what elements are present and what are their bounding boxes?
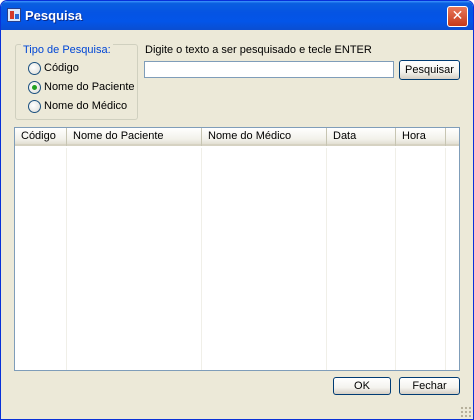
column-header-hora[interactable]: Hora [396, 128, 446, 146]
resize-grip-icon[interactable] [460, 406, 472, 418]
column-divider [445, 148, 446, 370]
column-divider [66, 148, 67, 370]
column-divider [201, 148, 202, 370]
app-window-icon [7, 8, 21, 22]
close-button[interactable]: Fechar [399, 377, 460, 395]
dialog-window: Pesquisa ✕ Tipo de Pesquisa: Código Nome… [0, 0, 474, 420]
radio-button-icon[interactable] [28, 100, 41, 113]
radio-label: Nome do Médico [44, 100, 128, 112]
search-input[interactable] [144, 61, 394, 78]
radio-label: Código [44, 62, 79, 74]
column-divider [326, 148, 327, 370]
search-button[interactable]: Pesquisar [399, 60, 460, 80]
title-bar[interactable]: Pesquisa ✕ [1, 1, 473, 30]
grid-header: Código Nome do Paciente Nome do Médico D… [15, 128, 459, 146]
radio-button-icon[interactable] [28, 62, 41, 75]
search-type-legend: Tipo de Pesquisa: [21, 44, 113, 56]
window-title: Pesquisa [25, 8, 83, 23]
column-header-nome-paciente[interactable]: Nome do Paciente [67, 128, 202, 146]
column-divider [395, 148, 396, 370]
column-header-codigo[interactable]: Código [15, 128, 67, 146]
radio-button-selected-icon[interactable] [28, 81, 41, 94]
close-icon[interactable]: ✕ [447, 6, 468, 27]
column-header-data[interactable]: Data [327, 128, 396, 146]
column-header-nome-medico[interactable]: Nome do Médico [202, 128, 327, 146]
search-instruction: Digite o texto a ser pesquisado e tecle … [145, 44, 372, 56]
results-grid[interactable]: Código Nome do Paciente Nome do Médico D… [14, 127, 460, 371]
radio-label: Nome do Paciente [44, 81, 135, 93]
ok-button[interactable]: OK [333, 377, 391, 395]
